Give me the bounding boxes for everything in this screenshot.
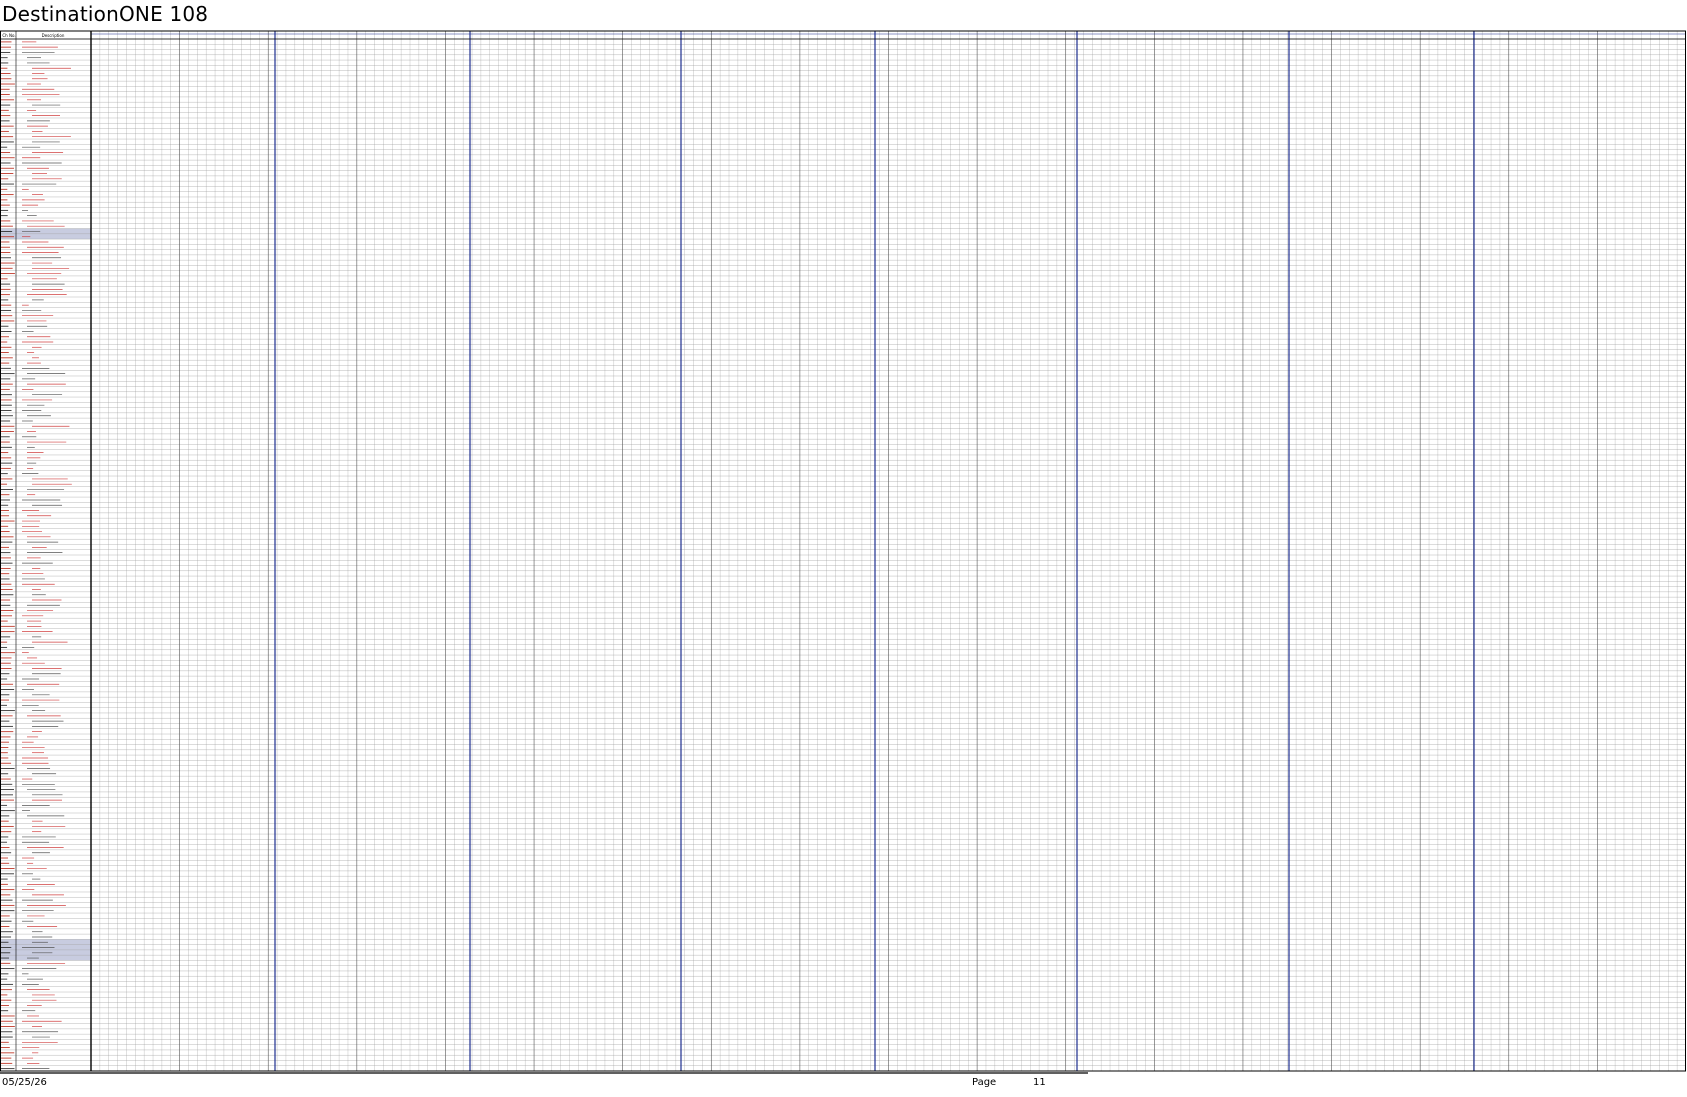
table-frame: [0, 30, 1686, 1072]
header-ch-no: Ch No.: [2, 33, 15, 38]
section-band: [0, 955, 91, 961]
footer-date: 05/25/26: [2, 1077, 47, 1088]
footer-page-label: Page: [972, 1077, 997, 1088]
section-band: [0, 228, 91, 234]
header-description: Description: [42, 33, 65, 38]
footer-page-number: 11: [1033, 1077, 1046, 1088]
timetable-grid: Ch No. Description: [0, 30, 1686, 1074]
